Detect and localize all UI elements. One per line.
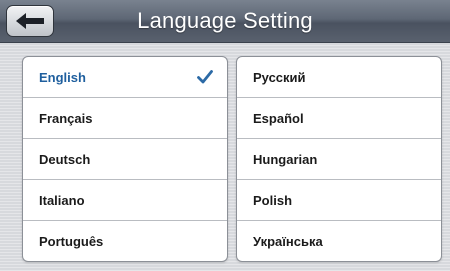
language-item-russian[interactable]: Русский	[237, 57, 441, 98]
back-button[interactable]	[6, 5, 54, 37]
language-list-right: Русский Español Hungarian Polish Українс…	[236, 56, 442, 262]
language-item-deutsch[interactable]: Deutsch	[23, 139, 227, 180]
language-item-italiano[interactable]: Italiano	[23, 180, 227, 221]
language-item-hungarian[interactable]: Hungarian	[237, 139, 441, 180]
language-item-portugues[interactable]: Português	[23, 221, 227, 261]
language-label: Deutsch	[39, 152, 91, 167]
language-list-left: English Français Deutsch Italiano Portug…	[22, 56, 228, 262]
language-label: Русский	[253, 70, 306, 85]
language-item-english[interactable]: English	[23, 57, 227, 98]
language-label: Polish	[253, 193, 293, 208]
language-label: Hungarian	[253, 152, 318, 167]
page-title: Language Setting	[137, 8, 313, 33]
language-label: English	[39, 70, 86, 85]
language-label: Português	[39, 234, 104, 249]
language-label: Українська	[253, 234, 323, 249]
language-item-espanol[interactable]: Español	[237, 98, 441, 139]
language-item-ukrainian[interactable]: Українська	[237, 221, 441, 261]
language-label: Italiano	[39, 193, 85, 208]
left-arrow-icon	[16, 13, 44, 29]
language-item-francais[interactable]: Français	[23, 98, 227, 139]
language-label: Français	[39, 111, 93, 126]
language-label: Español	[253, 111, 304, 126]
title-bar: Language Setting	[0, 0, 450, 43]
check-icon	[197, 70, 213, 84]
language-item-polish[interactable]: Polish	[237, 180, 441, 221]
